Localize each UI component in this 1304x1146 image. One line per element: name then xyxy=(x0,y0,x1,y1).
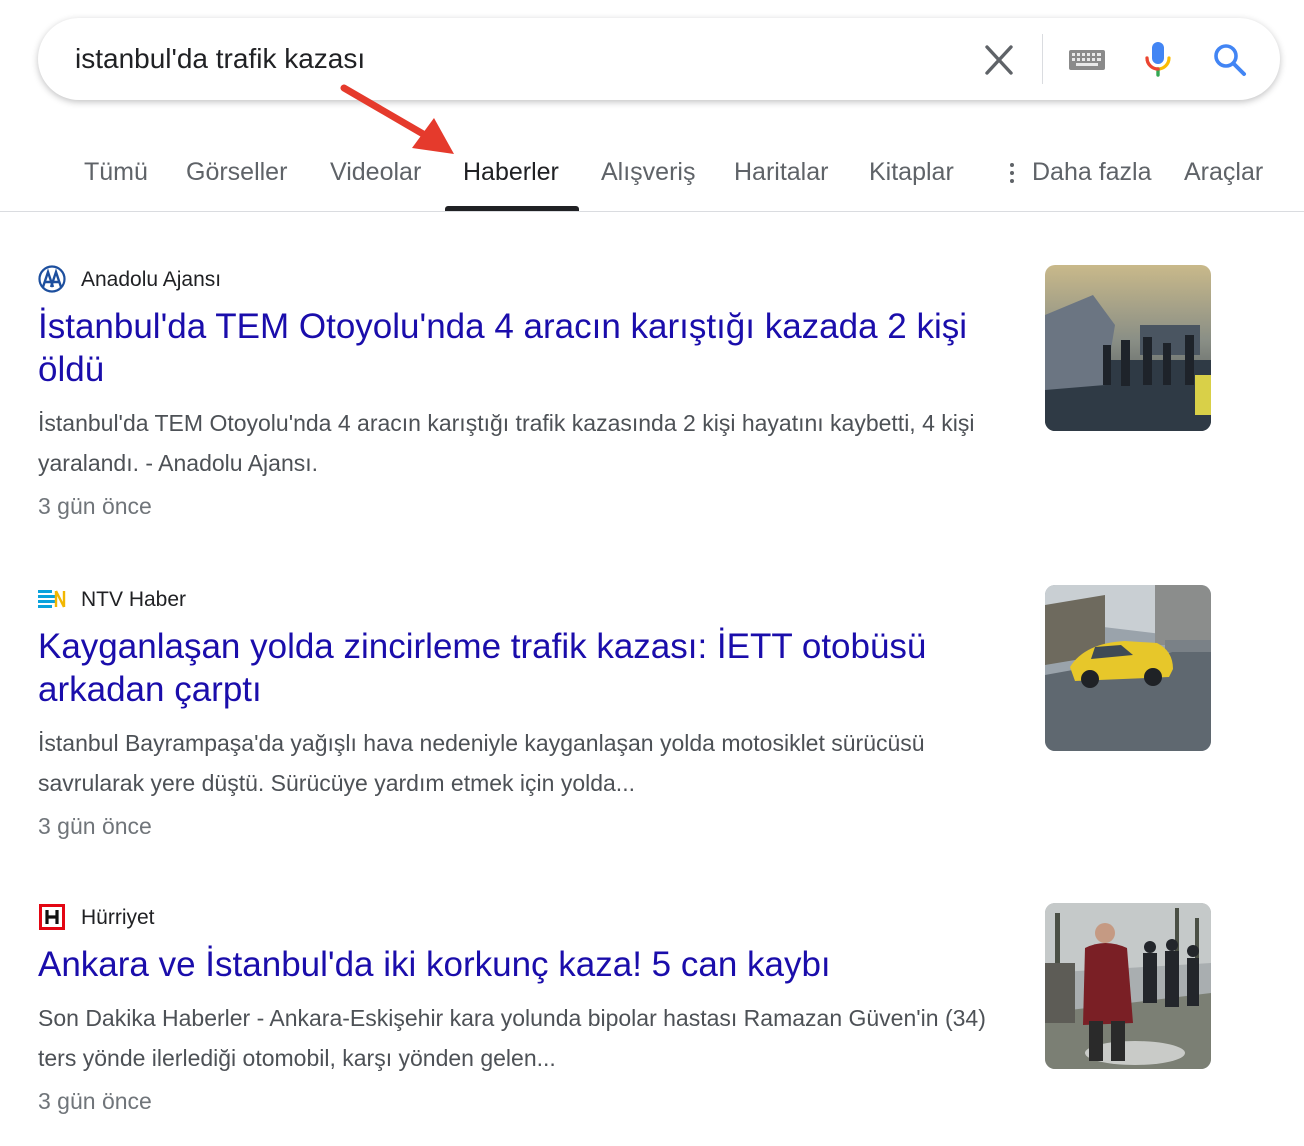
result-time: 3 gün önce xyxy=(38,813,152,839)
result-title-link[interactable]: İstanbul'da TEM Otoyolu'nda 4 aracın kar… xyxy=(38,305,1018,391)
anadolu-ajansi-logo-icon xyxy=(38,265,66,293)
search-icon[interactable] xyxy=(1212,42,1248,78)
news-result: Hürriyet Ankara ve İstanbul'da iki korku… xyxy=(38,903,1218,1133)
search-input[interactable] xyxy=(75,38,955,80)
result-snippet: Son Dakika Haberler - Ankara-Eskişehir k… xyxy=(38,1005,986,1071)
hurriyet-logo-icon xyxy=(39,904,65,930)
result-snippet: İstanbul'da TEM Otoyolu'nda 4 aracın kar… xyxy=(38,410,975,476)
more-vert-icon[interactable] xyxy=(1008,163,1016,185)
news-result: Anadolu Ajansı İstanbul'da TEM Otoyolu'n… xyxy=(38,265,1218,545)
keyboard-icon[interactable] xyxy=(1068,49,1106,71)
tab-araclar[interactable]: Araçlar xyxy=(1184,158,1263,187)
ntv-haber-logo-icon xyxy=(38,590,66,608)
result-time: 3 gün önce xyxy=(38,493,152,519)
tab-haritalar[interactable]: Haritalar xyxy=(734,158,828,187)
tab-videolar[interactable]: Videolar xyxy=(330,158,421,187)
news-result: NTV Haber Kayganlaşan yolda zincirleme t… xyxy=(38,585,1218,855)
tab-tumu[interactable]: Tümü xyxy=(84,158,148,187)
tab-daha-fazla[interactable]: Daha fazla xyxy=(1032,158,1152,187)
result-title-link[interactable]: Kayganlaşan yolda zincirleme trafik kaza… xyxy=(38,625,1018,711)
search-bar-divider xyxy=(1042,34,1043,84)
result-title-link[interactable]: Ankara ve İstanbul'da iki korkunç kaza! … xyxy=(38,943,1018,986)
search-bar xyxy=(38,18,1280,100)
tab-haberler[interactable]: Haberler xyxy=(463,158,559,187)
source-name[interactable]: Hürriyet xyxy=(81,906,155,930)
source-name[interactable]: NTV Haber xyxy=(81,588,186,612)
tab-kitaplar[interactable]: Kitaplar xyxy=(869,158,954,187)
close-icon[interactable] xyxy=(982,44,1016,76)
tabs-divider xyxy=(0,211,1304,212)
result-snippet: İstanbul Bayrampaşa'da yağışlı hava nede… xyxy=(38,730,925,796)
microphone-icon[interactable] xyxy=(1142,40,1174,80)
result-thumbnail[interactable] xyxy=(1045,903,1211,1069)
result-thumbnail[interactable] xyxy=(1045,585,1211,751)
result-thumbnail[interactable] xyxy=(1045,265,1211,431)
result-time: 3 gün önce xyxy=(38,1088,152,1114)
search-tabs: Tümü Görseller Videolar Haberler Alışver… xyxy=(0,130,1304,212)
tab-alisveris[interactable]: Alışveriş xyxy=(601,158,695,187)
tab-gorseller[interactable]: Görseller xyxy=(186,158,287,187)
source-name[interactable]: Anadolu Ajansı xyxy=(81,268,221,292)
